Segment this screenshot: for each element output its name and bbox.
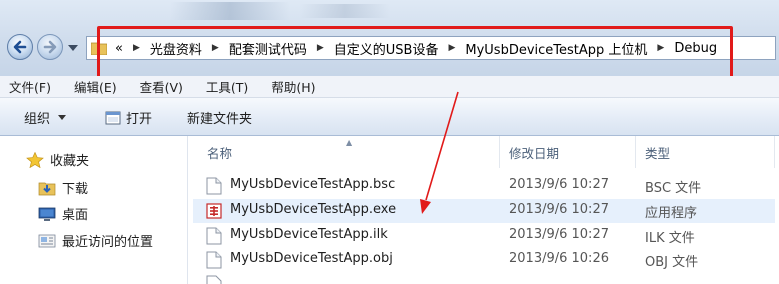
new-folder-label: 新建文件夹 (187, 112, 253, 127)
nav-label: 下载 (62, 182, 89, 197)
file-name: MyUsbDeviceTestApp.exe (230, 202, 397, 217)
blurred-title (170, 2, 290, 20)
table-row[interactable]: MyUsbDeviceTestApp.bsc 2013/9/6 10:27 BS… (193, 174, 775, 198)
new-folder-button[interactable]: 新建文件夹 (187, 108, 252, 127)
navigation-pane: 收藏夹 下载 桌面 最近访问的位置 (0, 136, 188, 284)
table-row-partial[interactable] (193, 272, 775, 284)
blurred-title-2 (300, 4, 390, 18)
sort-up-icon: ▲ (346, 138, 353, 147)
menu-help[interactable]: 帮助(H) (268, 76, 318, 97)
chevron-down-icon (58, 115, 67, 120)
file-type: ILK 文件 (645, 231, 695, 246)
open-label: 打开 (126, 112, 153, 127)
back-button[interactable] (7, 34, 33, 60)
menu-tools[interactable]: 工具(T) (203, 76, 251, 97)
nav-label: 收藏夹 (50, 154, 90, 169)
column-header-date[interactable]: 修改日期 (500, 136, 636, 168)
column-label: 类型 (645, 145, 671, 161)
nav-item-favorites[interactable]: 收藏夹 (26, 150, 89, 169)
desktop-icon (38, 207, 56, 221)
file-type: 应用程序 (645, 206, 698, 221)
file-date: 2013/9/6 10:26 (509, 251, 609, 266)
table-row[interactable]: MyUsbDeviceTestApp.exe 2013/9/6 10:27 应用… (193, 199, 775, 223)
nav-label: 桌面 (62, 208, 89, 223)
generic-file-icon (206, 275, 222, 284)
forward-button[interactable] (37, 34, 63, 60)
file-date: 2013/9/6 10:27 (509, 202, 609, 217)
menu-file[interactable]: 文件(F) (6, 76, 54, 97)
back-arrow-icon (13, 40, 27, 54)
column-label: 名称 (207, 145, 233, 161)
organize-label: 组织 (24, 112, 51, 127)
file-name: MyUsbDeviceTestApp.ilk (230, 227, 388, 242)
recent-places-icon (38, 234, 56, 247)
nav-item-downloads[interactable]: 下载 (38, 178, 88, 197)
forward-arrow-icon (43, 40, 57, 54)
file-list: ▲ 名称 修改日期 类型 MyUsbDeviceTestApp.bsc 2013… (189, 136, 779, 284)
download-folder-icon (38, 182, 56, 195)
title-area: « ▶ 光盘资料 ▶ 配套测试代码 ▶ 自定义的USB设备 ▶ MyUsbDev… (0, 0, 779, 81)
menu-bar: 文件(F) 编辑(E) 查看(V) 工具(T) 帮助(H) (0, 76, 779, 98)
star-icon (26, 151, 44, 168)
generic-file-icon (206, 251, 222, 269)
generic-file-icon (206, 227, 222, 245)
file-name: MyUsbDeviceTestApp.obj (230, 251, 393, 266)
table-row[interactable]: MyUsbDeviceTestApp.obj 2013/9/6 10:26 OB… (193, 248, 775, 272)
file-date: 2013/9/6 10:27 (509, 227, 609, 242)
column-header-type[interactable]: 类型 (636, 136, 775, 168)
recent-pages-chevron-icon[interactable] (68, 45, 78, 51)
table-row[interactable]: MyUsbDeviceTestApp.ilk 2013/9/6 10:27 IL… (193, 224, 775, 248)
red-highlight-box (97, 26, 733, 81)
generic-file-icon (206, 177, 222, 195)
exe-app-icon (206, 203, 222, 219)
file-type: BSC 文件 (645, 181, 702, 196)
file-name: MyUsbDeviceTestApp.bsc (230, 177, 396, 192)
open-window-icon (105, 111, 121, 124)
file-date: 2013/9/6 10:27 (509, 177, 609, 192)
nav-item-desktop[interactable]: 桌面 (38, 204, 88, 223)
column-label: 修改日期 (509, 145, 560, 161)
menu-edit[interactable]: 编辑(E) (71, 76, 120, 97)
open-button[interactable]: 打开 (105, 108, 152, 127)
command-bar: 组织 打开 新建文件夹 (0, 98, 779, 136)
nav-item-recent-places[interactable]: 最近访问的位置 (38, 231, 153, 250)
organize-button[interactable]: 组织 (24, 108, 67, 127)
column-header-name[interactable]: ▲ 名称 (189, 136, 500, 168)
file-type: OBJ 文件 (645, 255, 699, 270)
nav-label: 最近访问的位置 (62, 235, 154, 250)
menu-view[interactable]: 查看(V) (137, 76, 186, 97)
